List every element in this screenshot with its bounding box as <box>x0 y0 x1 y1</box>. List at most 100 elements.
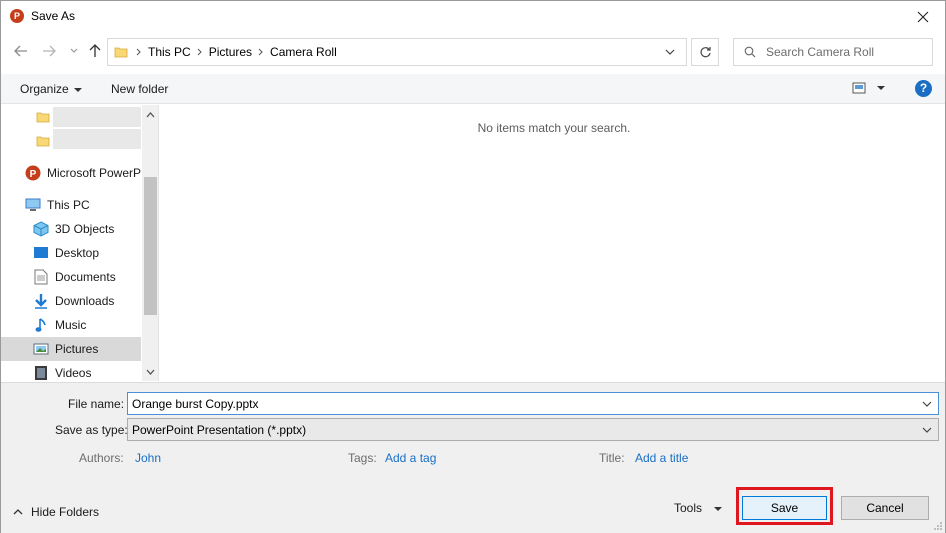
close-icon <box>917 11 929 22</box>
save-options-panel: File name: Save as type: PowerPoint Pres… <box>1 382 945 533</box>
back-button[interactable] <box>12 42 30 60</box>
file-name-input[interactable] <box>132 395 912 412</box>
search-input[interactable] <box>766 43 926 61</box>
navigation-bar: This PC Pictures Camera Roll <box>1 32 945 72</box>
videos-icon <box>33 365 49 381</box>
documents-icon <box>33 269 49 285</box>
search-box[interactable] <box>733 38 933 66</box>
add-tag-link[interactable]: Add a tag <box>385 451 436 465</box>
breadcrumb-pictures[interactable]: Pictures <box>203 45 258 59</box>
redacted-folder-name <box>53 129 141 149</box>
resize-grip-icon[interactable] <box>933 521 943 531</box>
powerpoint-app-icon: P <box>10 9 24 23</box>
svg-text:P: P <box>30 169 37 180</box>
help-button[interactable]: ? <box>915 80 932 97</box>
refresh-button[interactable] <box>691 38 719 66</box>
computer-icon <box>25 197 41 213</box>
chevron-down-icon <box>922 427 932 433</box>
scroll-up-icon[interactable] <box>146 110 155 119</box>
change-view-button[interactable] <box>851 81 887 98</box>
music-icon <box>33 317 49 333</box>
sidebar-item-label: Videos <box>55 366 92 380</box>
sidebar-item-documents[interactable]: Documents <box>1 265 141 289</box>
folder-icon <box>35 109 51 125</box>
sidebar-item-3d-objects[interactable]: 3D Objects <box>1 217 141 241</box>
back-arrow-icon <box>14 45 27 57</box>
scroll-down-icon[interactable] <box>146 367 155 376</box>
organize-button[interactable]: Organize <box>20 82 82 96</box>
address-dropdown-button[interactable] <box>662 44 678 60</box>
address-bar[interactable]: This PC Pictures Camera Roll <box>107 38 687 66</box>
sidebar-item-pictures[interactable]: Pictures <box>1 337 141 361</box>
recent-locations-button[interactable] <box>65 42 83 60</box>
command-toolbar: Organize New folder ? <box>1 74 945 104</box>
sidebar-item-desktop[interactable]: Desktop <box>1 241 141 265</box>
breadcrumb-camera-roll[interactable]: Camera Roll <box>264 45 343 59</box>
chevron-down-icon <box>922 401 932 407</box>
caret-down-icon <box>73 87 82 92</box>
breadcrumb: This PC Pictures Camera Roll <box>136 39 343 65</box>
tools-button[interactable]: Tools <box>674 501 723 515</box>
sidebar-item-music[interactable]: Music <box>1 313 141 337</box>
forward-arrow-icon <box>43 45 56 57</box>
chevron-up-icon <box>13 509 23 515</box>
chevron-down-icon <box>665 49 675 55</box>
authors-label: Authors: <box>79 451 124 465</box>
file-name-field[interactable] <box>127 392 939 415</box>
tools-label: Tools <box>674 501 703 515</box>
save-as-type-select[interactable]: PowerPoint Presentation (*.pptx) <box>127 418 939 441</box>
scrollbar-thumb[interactable] <box>144 177 157 315</box>
navigation-pane: P Microsoft PowerP This PC 3D Objects De… <box>1 105 159 381</box>
chevron-down-icon <box>70 48 78 53</box>
hide-folders-label: Hide Folders <box>31 505 100 519</box>
file-name-dropdown-button[interactable] <box>920 397 934 411</box>
view-options-icon <box>852 82 885 94</box>
tags-label: Tags: <box>348 451 377 465</box>
organize-label: Organize <box>20 82 69 96</box>
dialog-title: Save As <box>31 9 76 23</box>
sidebar-item-this-pc[interactable]: This PC <box>1 193 141 217</box>
save-button[interactable]: Save <box>742 496 827 520</box>
3d-objects-icon <box>33 221 49 237</box>
downloads-icon <box>33 293 49 309</box>
forward-button[interactable] <box>40 42 58 60</box>
title-label: Title: <box>599 451 625 465</box>
caret-down-icon <box>714 506 723 511</box>
cancel-button[interactable]: Cancel <box>841 496 929 520</box>
up-button[interactable] <box>86 42 104 60</box>
search-icon <box>744 46 756 61</box>
sidebar-item-label: Desktop <box>55 246 100 260</box>
refresh-icon <box>699 46 711 57</box>
hide-folders-button[interactable]: Hide Folders <box>13 505 99 519</box>
sidebar-item-downloads[interactable]: Downloads <box>1 289 141 313</box>
save-as-type-value: PowerPoint Presentation (*.pptx) <box>132 423 307 437</box>
sidebar-item-label: Documents <box>55 270 116 284</box>
save-as-type-dropdown-button[interactable] <box>920 423 934 437</box>
redacted-folder-name <box>53 107 141 127</box>
sidebar-item-label: Microsoft PowerP <box>47 166 141 180</box>
folder-icon <box>35 133 51 149</box>
navigation-pane-scrollbar[interactable] <box>142 105 158 381</box>
desktop-icon <box>33 245 49 261</box>
save-as-type-label: Save as type: <box>55 423 128 437</box>
sidebar-item-videos[interactable]: Videos <box>1 361 141 381</box>
close-button[interactable] <box>901 1 945 32</box>
file-name-label: File name: <box>68 397 125 411</box>
empty-results-message: No items match your search. <box>477 121 631 135</box>
title-bar: P Save As <box>1 1 945 32</box>
powerpoint-icon: P <box>25 165 41 181</box>
add-title-link[interactable]: Add a title <box>635 451 688 465</box>
sidebar-item-label: Downloads <box>55 294 115 308</box>
pictures-icon <box>33 341 49 357</box>
file-list-area[interactable]: No items match your search. <box>160 105 945 381</box>
breadcrumb-this-pc[interactable]: This PC <box>142 45 197 59</box>
sidebar-item-label: Music <box>55 318 87 332</box>
folder-icon <box>114 45 128 62</box>
sidebar-item-label: This PC <box>47 198 90 212</box>
new-folder-button[interactable]: New folder <box>111 82 168 96</box>
sidebar-item-powerpoint[interactable]: P Microsoft PowerP <box>1 161 141 185</box>
save-as-dialog: P Save As This PC Pictures Camera Roll S… <box>0 0 946 533</box>
sidebar-item-label: Pictures <box>55 342 99 356</box>
up-arrow-icon <box>89 44 101 57</box>
authors-value[interactable]: John <box>135 451 161 465</box>
